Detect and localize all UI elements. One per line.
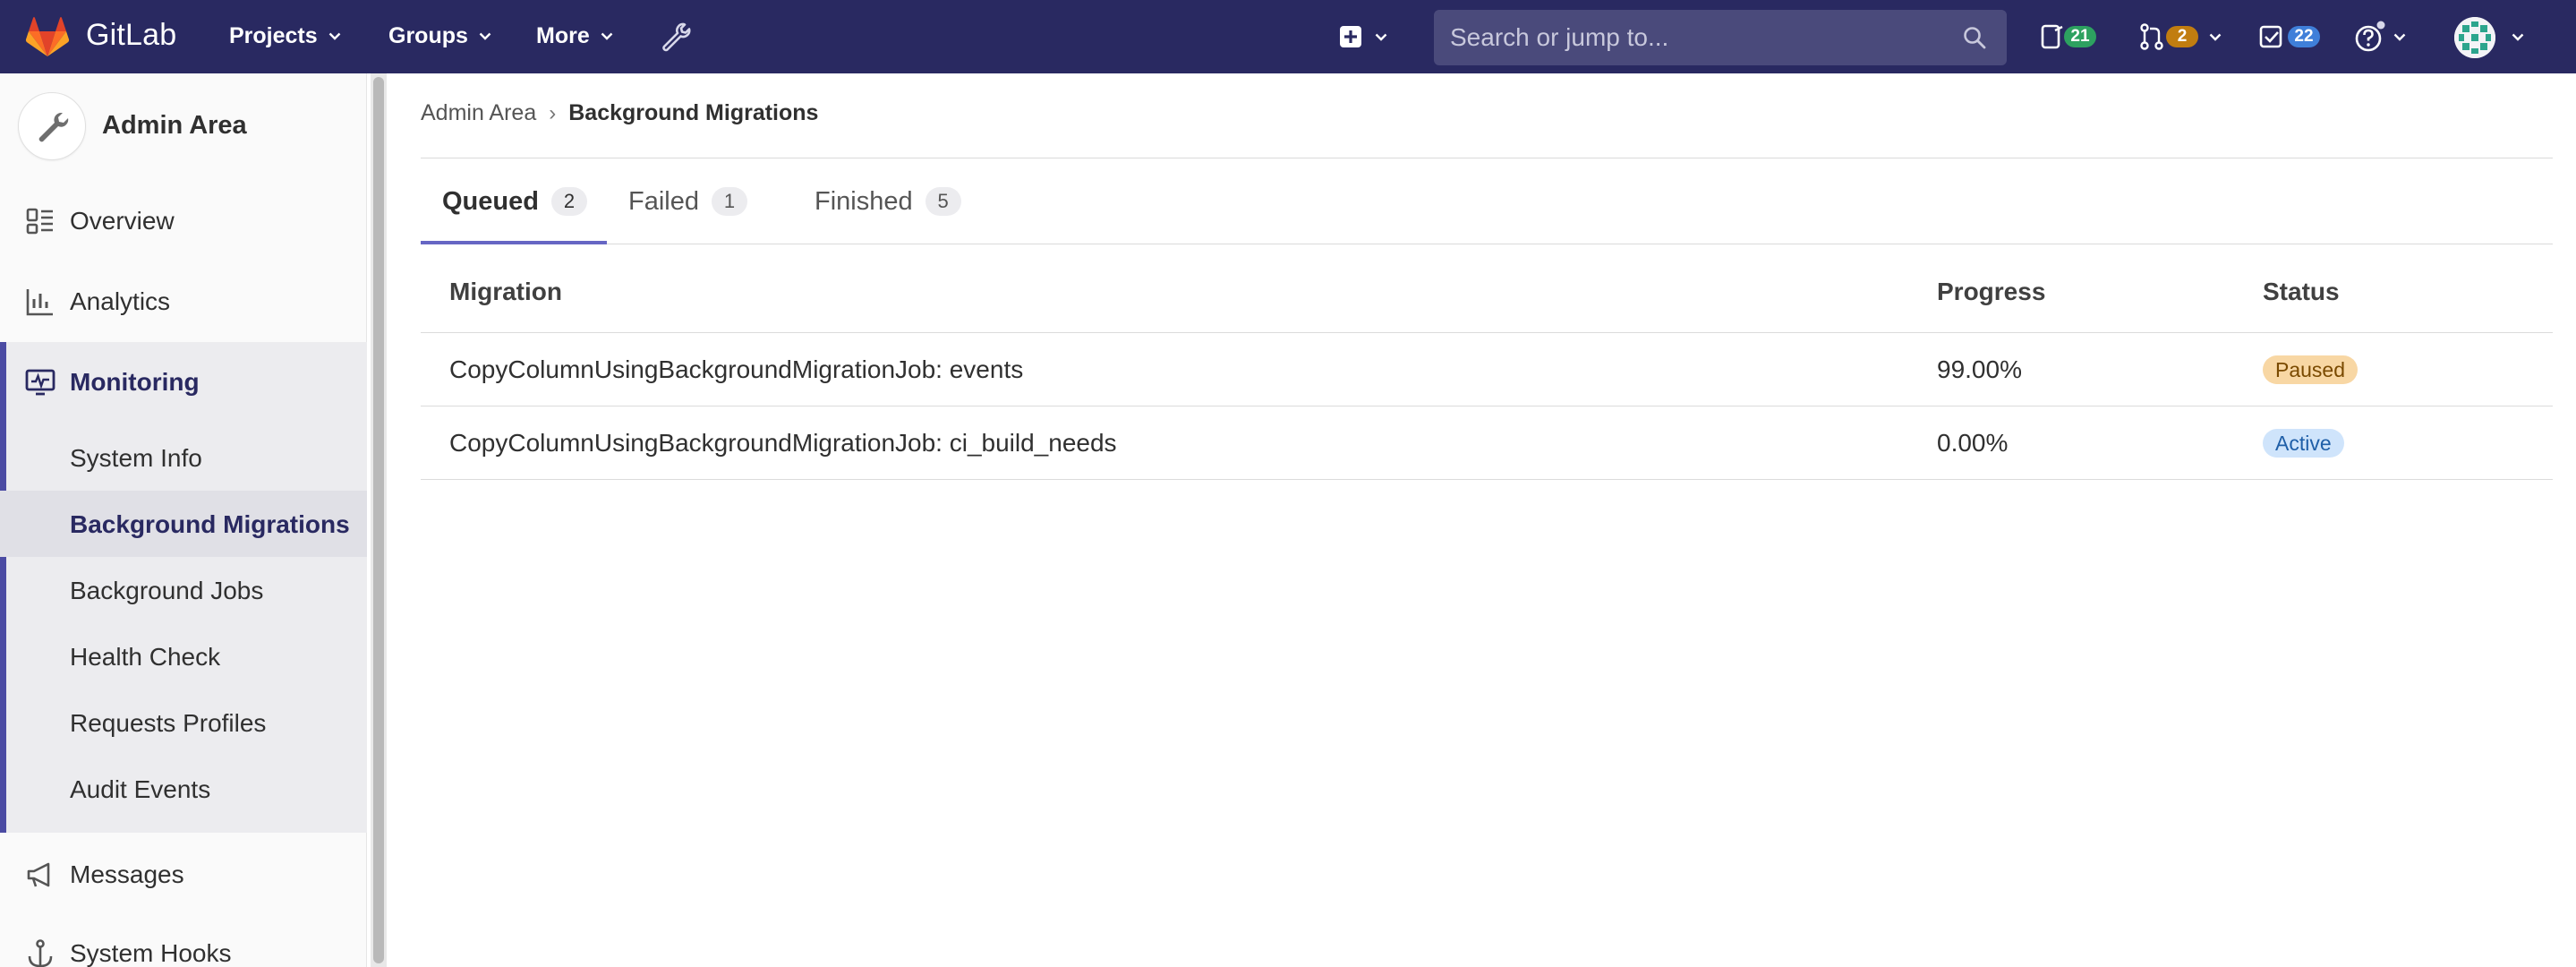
- sidebar-item-label: Overview: [70, 207, 175, 235]
- sidebar-context-header[interactable]: Admin Area: [0, 73, 367, 177]
- chevron-down-icon: [601, 32, 613, 40]
- tab-queued[interactable]: Queued 2: [442, 158, 587, 244]
- gitlab-logo-icon[interactable]: [25, 15, 70, 58]
- main-content: Admin Area › Background Migrations Queue…: [387, 73, 2576, 967]
- merge-requests-count-badge: 2: [2166, 26, 2198, 47]
- chevron-down-icon: [2209, 33, 2222, 41]
- monitor-icon: [25, 369, 55, 396]
- status-badge: Paused: [2263, 355, 2358, 384]
- todos-count-badge: 22: [2288, 26, 2320, 47]
- sidebar-subitem-background-jobs[interactable]: Background Jobs: [0, 557, 367, 623]
- breadcrumb-current: Background Migrations: [568, 100, 819, 125]
- tab-label: Queued: [442, 186, 539, 216]
- todos-button[interactable]: 22: [2259, 20, 2320, 54]
- search-input[interactable]: [1450, 10, 1951, 65]
- megaphone-icon: [27, 862, 50, 887]
- todo-checkbox-icon: [2259, 25, 2282, 48]
- projects-menu[interactable]: Projects: [229, 23, 341, 49]
- tab-count-badge: 2: [550, 187, 587, 216]
- groups-menu-label: Groups: [388, 23, 468, 48]
- analytics-icon: [26, 289, 53, 316]
- admin-sidebar: Admin Area Overview Analytics Monitoring…: [0, 73, 367, 967]
- breadcrumb: Admin Area › Background Migrations: [421, 100, 818, 126]
- issues-count-badge: 21: [2064, 26, 2096, 47]
- merge-request-icon: [2140, 23, 2163, 50]
- sidebar-subitem-label: Audit Events: [70, 775, 211, 803]
- status-badge: Active: [2263, 429, 2344, 458]
- breadcrumb-admin-area-link[interactable]: Admin Area: [421, 100, 536, 126]
- new-item-dropdown[interactable]: [1339, 25, 1387, 48]
- tab-label: Failed: [628, 186, 699, 216]
- sidebar-item-analytics[interactable]: Analytics: [0, 269, 367, 335]
- user-avatar[interactable]: [2454, 17, 2495, 58]
- sidebar-item-label: Monitoring: [70, 368, 200, 396]
- sidebar-subitem-label: Background Migrations: [70, 510, 350, 538]
- sidebar-item-label: Analytics: [70, 287, 171, 315]
- chevron-down-icon: [328, 32, 341, 40]
- projects-menu-label: Projects: [229, 23, 318, 48]
- top-navbar: GitLab Projects Groups More 21: [0, 0, 2576, 73]
- plus-square-icon: [1340, 26, 1361, 47]
- chevron-down-icon: [2393, 33, 2406, 41]
- merge-requests-button[interactable]: 2: [2139, 20, 2222, 54]
- tab-finished[interactable]: Finished 5: [815, 158, 961, 244]
- identicon-avatar-icon: [2454, 17, 2495, 58]
- sidebar-subitem-label: Requests Profiles: [70, 709, 267, 737]
- sidebar-item-monitoring[interactable]: Monitoring: [0, 349, 367, 415]
- sidebar-subitem-audit-events[interactable]: Audit Events: [0, 756, 367, 822]
- sidebar-item-overview[interactable]: Overview: [0, 188, 367, 254]
- admin-wrench-icon: [38, 112, 69, 142]
- more-menu[interactable]: More: [536, 23, 613, 49]
- migration-tabs: Queued 2 Failed 1 Finished 5: [421, 158, 2553, 244]
- progress-cell: 0.00%: [1937, 429, 2009, 457]
- table-row: CopyColumnUsingBackgroundMigrationJob: c…: [421, 406, 2553, 480]
- migration-name-cell: CopyColumnUsingBackgroundMigrationJob: e…: [449, 355, 1024, 383]
- admin-wrench-icon[interactable]: [661, 21, 691, 52]
- active-tab-underline: [421, 241, 607, 244]
- help-button[interactable]: [2354, 20, 2406, 54]
- chevron-down-icon[interactable]: [2512, 33, 2524, 41]
- breadcrumb-separator: ›: [549, 100, 557, 125]
- tab-count-badge: 5: [925, 187, 961, 216]
- sidebar-item-messages[interactable]: Messages: [0, 842, 367, 908]
- table-row: CopyColumnUsingBackgroundMigrationJob: e…: [421, 333, 2553, 406]
- sidebar-subitem-label: Health Check: [70, 643, 221, 671]
- sidebar-subitem-background-migrations[interactable]: Background Migrations: [0, 491, 367, 557]
- table-header-row: Migration Progress Status: [421, 245, 2553, 333]
- sidebar-subitem-requests-profiles[interactable]: Requests Profiles: [0, 689, 367, 756]
- sidebar-context-title: Admin Area: [102, 111, 247, 140]
- column-header-migration: Migration: [449, 278, 562, 305]
- search-icon: [1964, 27, 1986, 49]
- sidebar-subitem-label: Background Jobs: [70, 577, 264, 604]
- tab-label: Finished: [815, 186, 913, 216]
- issues-icon: [2041, 24, 2063, 49]
- progress-cell: 99.00%: [1937, 355, 2022, 383]
- tab-count-badge: 1: [712, 187, 747, 216]
- column-header-status: Status: [2263, 278, 2340, 305]
- more-menu-label: More: [536, 23, 590, 48]
- help-question-icon: [2355, 21, 2385, 52]
- anchor-icon: [28, 939, 53, 967]
- search-box[interactable]: [1434, 10, 2007, 65]
- sidebar-item-label: System Hooks: [70, 939, 232, 967]
- migration-name-cell: CopyColumnUsingBackgroundMigrationJob: c…: [449, 429, 1117, 457]
- column-header-progress: Progress: [1937, 278, 2046, 305]
- tab-failed[interactable]: Failed 1: [628, 158, 747, 244]
- sidebar-subitem-system-info[interactable]: System Info: [0, 424, 367, 491]
- sidebar-scrollbar[interactable]: [371, 73, 387, 967]
- chevron-down-icon: [479, 32, 491, 40]
- sidebar-item-system-hooks[interactable]: System Hooks: [0, 920, 367, 967]
- chevron-down-icon: [1375, 33, 1387, 41]
- sidebar-item-label: Messages: [70, 860, 184, 888]
- overview-icon: [26, 208, 53, 235]
- groups-menu[interactable]: Groups: [388, 23, 491, 49]
- sidebar-subitem-health-check[interactable]: Health Check: [0, 623, 367, 689]
- issues-button[interactable]: 21: [2041, 20, 2096, 54]
- admin-area-avatar: [18, 92, 86, 160]
- sidebar-subitem-label: System Info: [70, 444, 202, 472]
- gitlab-brand[interactable]: GitLab: [86, 18, 176, 53]
- sidebar-scrollbar-thumb[interactable]: [373, 77, 384, 963]
